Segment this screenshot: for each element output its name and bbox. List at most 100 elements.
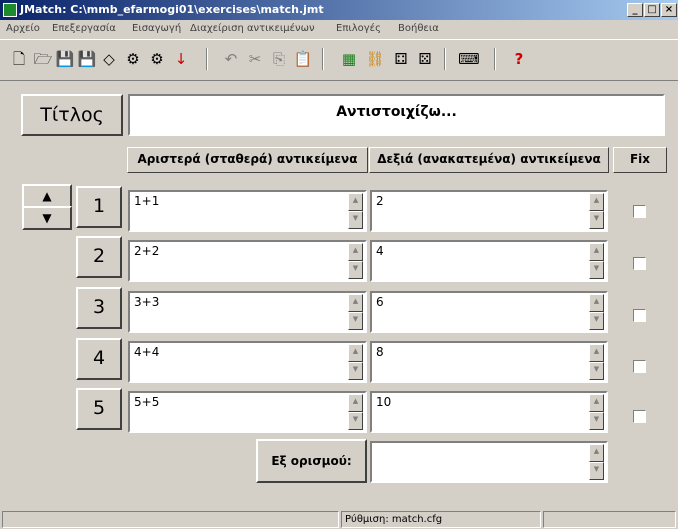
left-item-field[interactable]: 4+4 ▲ ▼	[128, 341, 367, 383]
scroll-up-arrow[interactable]: ▲	[348, 243, 363, 261]
menu-edit[interactable]: Επεξεργασία	[52, 23, 116, 34]
paste-icon[interactable]: 📋	[292, 48, 314, 70]
scroll-up-arrow[interactable]: ▲	[589, 294, 604, 312]
menu-file[interactable]: Αρχείο	[6, 23, 40, 34]
scroll-down-arrow[interactable]: ▼	[348, 362, 363, 380]
left-item-text: 3+3	[134, 295, 160, 309]
match-config-icon[interactable]: ⚃	[390, 48, 412, 70]
copy-icon[interactable]: ⎘	[268, 48, 290, 70]
fix-checkbox[interactable]	[633, 309, 646, 322]
row-number-button[interactable]: 4	[76, 338, 122, 380]
right-item-field[interactable]: 10 ▲ ▼	[370, 391, 608, 433]
title-button[interactable]: Τίτλος	[21, 94, 123, 136]
scroll-up-arrow[interactable]: ▲	[348, 344, 363, 362]
minimize-button[interactable]: _	[627, 3, 643, 17]
toolbar-separator	[206, 48, 208, 70]
web-page-icon[interactable]: ⚙	[122, 48, 144, 70]
left-item-text: 1+1	[134, 194, 160, 208]
link-icon[interactable]: ⛓	[364, 48, 386, 70]
toolbar-separator	[444, 48, 446, 70]
scroll-up-arrow[interactable]: ▲	[589, 193, 604, 211]
scroll-down-arrow[interactable]: ▼	[589, 412, 604, 430]
move-down-button[interactable]: ▼	[22, 206, 72, 230]
row-number-button[interactable]: 2	[76, 236, 122, 278]
right-item-text: 10	[376, 395, 392, 409]
right-item-field[interactable]: 2 ▲ ▼	[370, 190, 608, 232]
scroll-down-arrow[interactable]: ▼	[589, 211, 604, 229]
window-title: JMatch: C:\mmb_efarmogi01\exercises\matc…	[20, 3, 324, 16]
right-item-field[interactable]: 8 ▲ ▼	[370, 341, 608, 383]
scroll-down-arrow[interactable]: ▼	[348, 261, 363, 279]
keyboard-icon[interactable]: ⌨	[458, 48, 480, 70]
scroll-up-arrow[interactable]: ▲	[589, 444, 604, 462]
title-bar[interactable]: JMatch: C:\mmb_efarmogi01\exercises\matc…	[0, 0, 678, 20]
scroll-down-arrow[interactable]: ▼	[589, 261, 604, 279]
toolbar: 🗋 🗁 💾 💾 ◇ ⚙ ⚙ ↓ ↶ ✂ ⎘ 📋 ▦ ⛓ ⚃ ⚄ ⌨ ?	[0, 39, 678, 81]
scroll-down-arrow[interactable]: ▼	[348, 312, 363, 330]
fix-checkbox[interactable]	[633, 205, 646, 218]
row-number-button[interactable]: 1	[76, 186, 122, 228]
right-item-text: 8	[376, 345, 384, 359]
undo-icon[interactable]: ↶	[220, 48, 242, 70]
fix-checkbox[interactable]	[633, 360, 646, 373]
export-icon[interactable]: ↓	[170, 48, 192, 70]
clear-icon[interactable]: ◇	[98, 48, 120, 70]
app-icon[interactable]	[3, 3, 17, 17]
menu-insert[interactable]: Εισαγωγή	[132, 23, 181, 34]
right-item-field[interactable]: 6 ▲ ▼	[370, 291, 608, 333]
scroll-up-arrow[interactable]: ▲	[589, 243, 604, 261]
config-icon[interactable]: ⚄	[414, 48, 436, 70]
left-item-text: 5+5	[134, 395, 160, 409]
header-right-items: Δεξιά (ανακατεμένα) αντικείμενα	[369, 147, 609, 173]
right-item-text: 2	[376, 194, 384, 208]
scroll-down-arrow[interactable]: ▼	[589, 462, 604, 480]
toolbar-separator	[494, 48, 496, 70]
status-config: Ρύθμιση: match.cfg	[341, 511, 541, 528]
help-icon[interactable]: ?	[508, 48, 530, 70]
menu-options[interactable]: Επιλογές	[336, 23, 381, 34]
new-icon[interactable]: 🗋	[8, 48, 30, 70]
left-item-field[interactable]: 1+1 ▲ ▼	[128, 190, 367, 232]
row-number-button[interactable]: 3	[76, 287, 122, 329]
title-input[interactable]: Αντιστοιχίζω...	[128, 94, 665, 136]
right-item-text: 6	[376, 295, 384, 309]
maximize-button[interactable]: □	[644, 3, 660, 17]
close-button[interactable]: ×	[661, 3, 677, 17]
left-item-field[interactable]: 5+5 ▲ ▼	[128, 391, 367, 433]
left-item-text: 2+2	[134, 244, 160, 258]
menu-manage-items[interactable]: Διαχείριση αντικειμένων	[190, 23, 315, 34]
default-label-button[interactable]: Εξ ορισμού:	[256, 439, 367, 483]
default-distractor-field[interactable]: ▲ ▼	[370, 441, 608, 483]
scroll-down-arrow[interactable]: ▼	[348, 211, 363, 229]
left-item-field[interactable]: 3+3 ▲ ▼	[128, 291, 367, 333]
web-page-2-icon[interactable]: ⚙	[146, 48, 168, 70]
fix-checkbox[interactable]	[633, 257, 646, 270]
scroll-down-arrow[interactable]: ▼	[348, 412, 363, 430]
save-as-icon[interactable]: 💾	[76, 48, 98, 70]
header-fix: Fix	[613, 147, 667, 173]
scroll-down-arrow[interactable]: ▼	[589, 362, 604, 380]
toolbar-separator	[322, 48, 324, 70]
scroll-up-arrow[interactable]: ▲	[348, 193, 363, 211]
scroll-up-arrow[interactable]: ▲	[589, 344, 604, 362]
menu-bar: Αρχείο Επεξεργασία Εισαγωγή Διαχείριση α…	[0, 20, 678, 39]
open-icon[interactable]: 🗁	[32, 48, 54, 70]
left-item-text: 4+4	[134, 345, 160, 359]
scroll-up-arrow[interactable]: ▲	[348, 394, 363, 412]
right-item-text: 4	[376, 244, 384, 258]
left-item-field[interactable]: 2+2 ▲ ▼	[128, 240, 367, 282]
fix-checkbox[interactable]	[633, 410, 646, 423]
header-left-items: Αριστερά (σταθερά) αντικείμενα	[127, 147, 368, 173]
row-number-button[interactable]: 5	[76, 388, 122, 430]
move-up-button[interactable]: ▲	[22, 184, 72, 208]
menu-help[interactable]: Βοήθεια	[398, 23, 439, 34]
scroll-down-arrow[interactable]: ▼	[589, 312, 604, 330]
right-item-field[interactable]: 4 ▲ ▼	[370, 240, 608, 282]
status-panel-1	[2, 511, 339, 528]
scroll-up-arrow[interactable]: ▲	[348, 294, 363, 312]
status-panel-3	[543, 511, 676, 528]
scroll-up-arrow[interactable]: ▲	[589, 394, 604, 412]
image-icon[interactable]: ▦	[338, 48, 360, 70]
cut-icon[interactable]: ✂	[244, 48, 266, 70]
save-icon[interactable]: 💾	[54, 48, 76, 70]
